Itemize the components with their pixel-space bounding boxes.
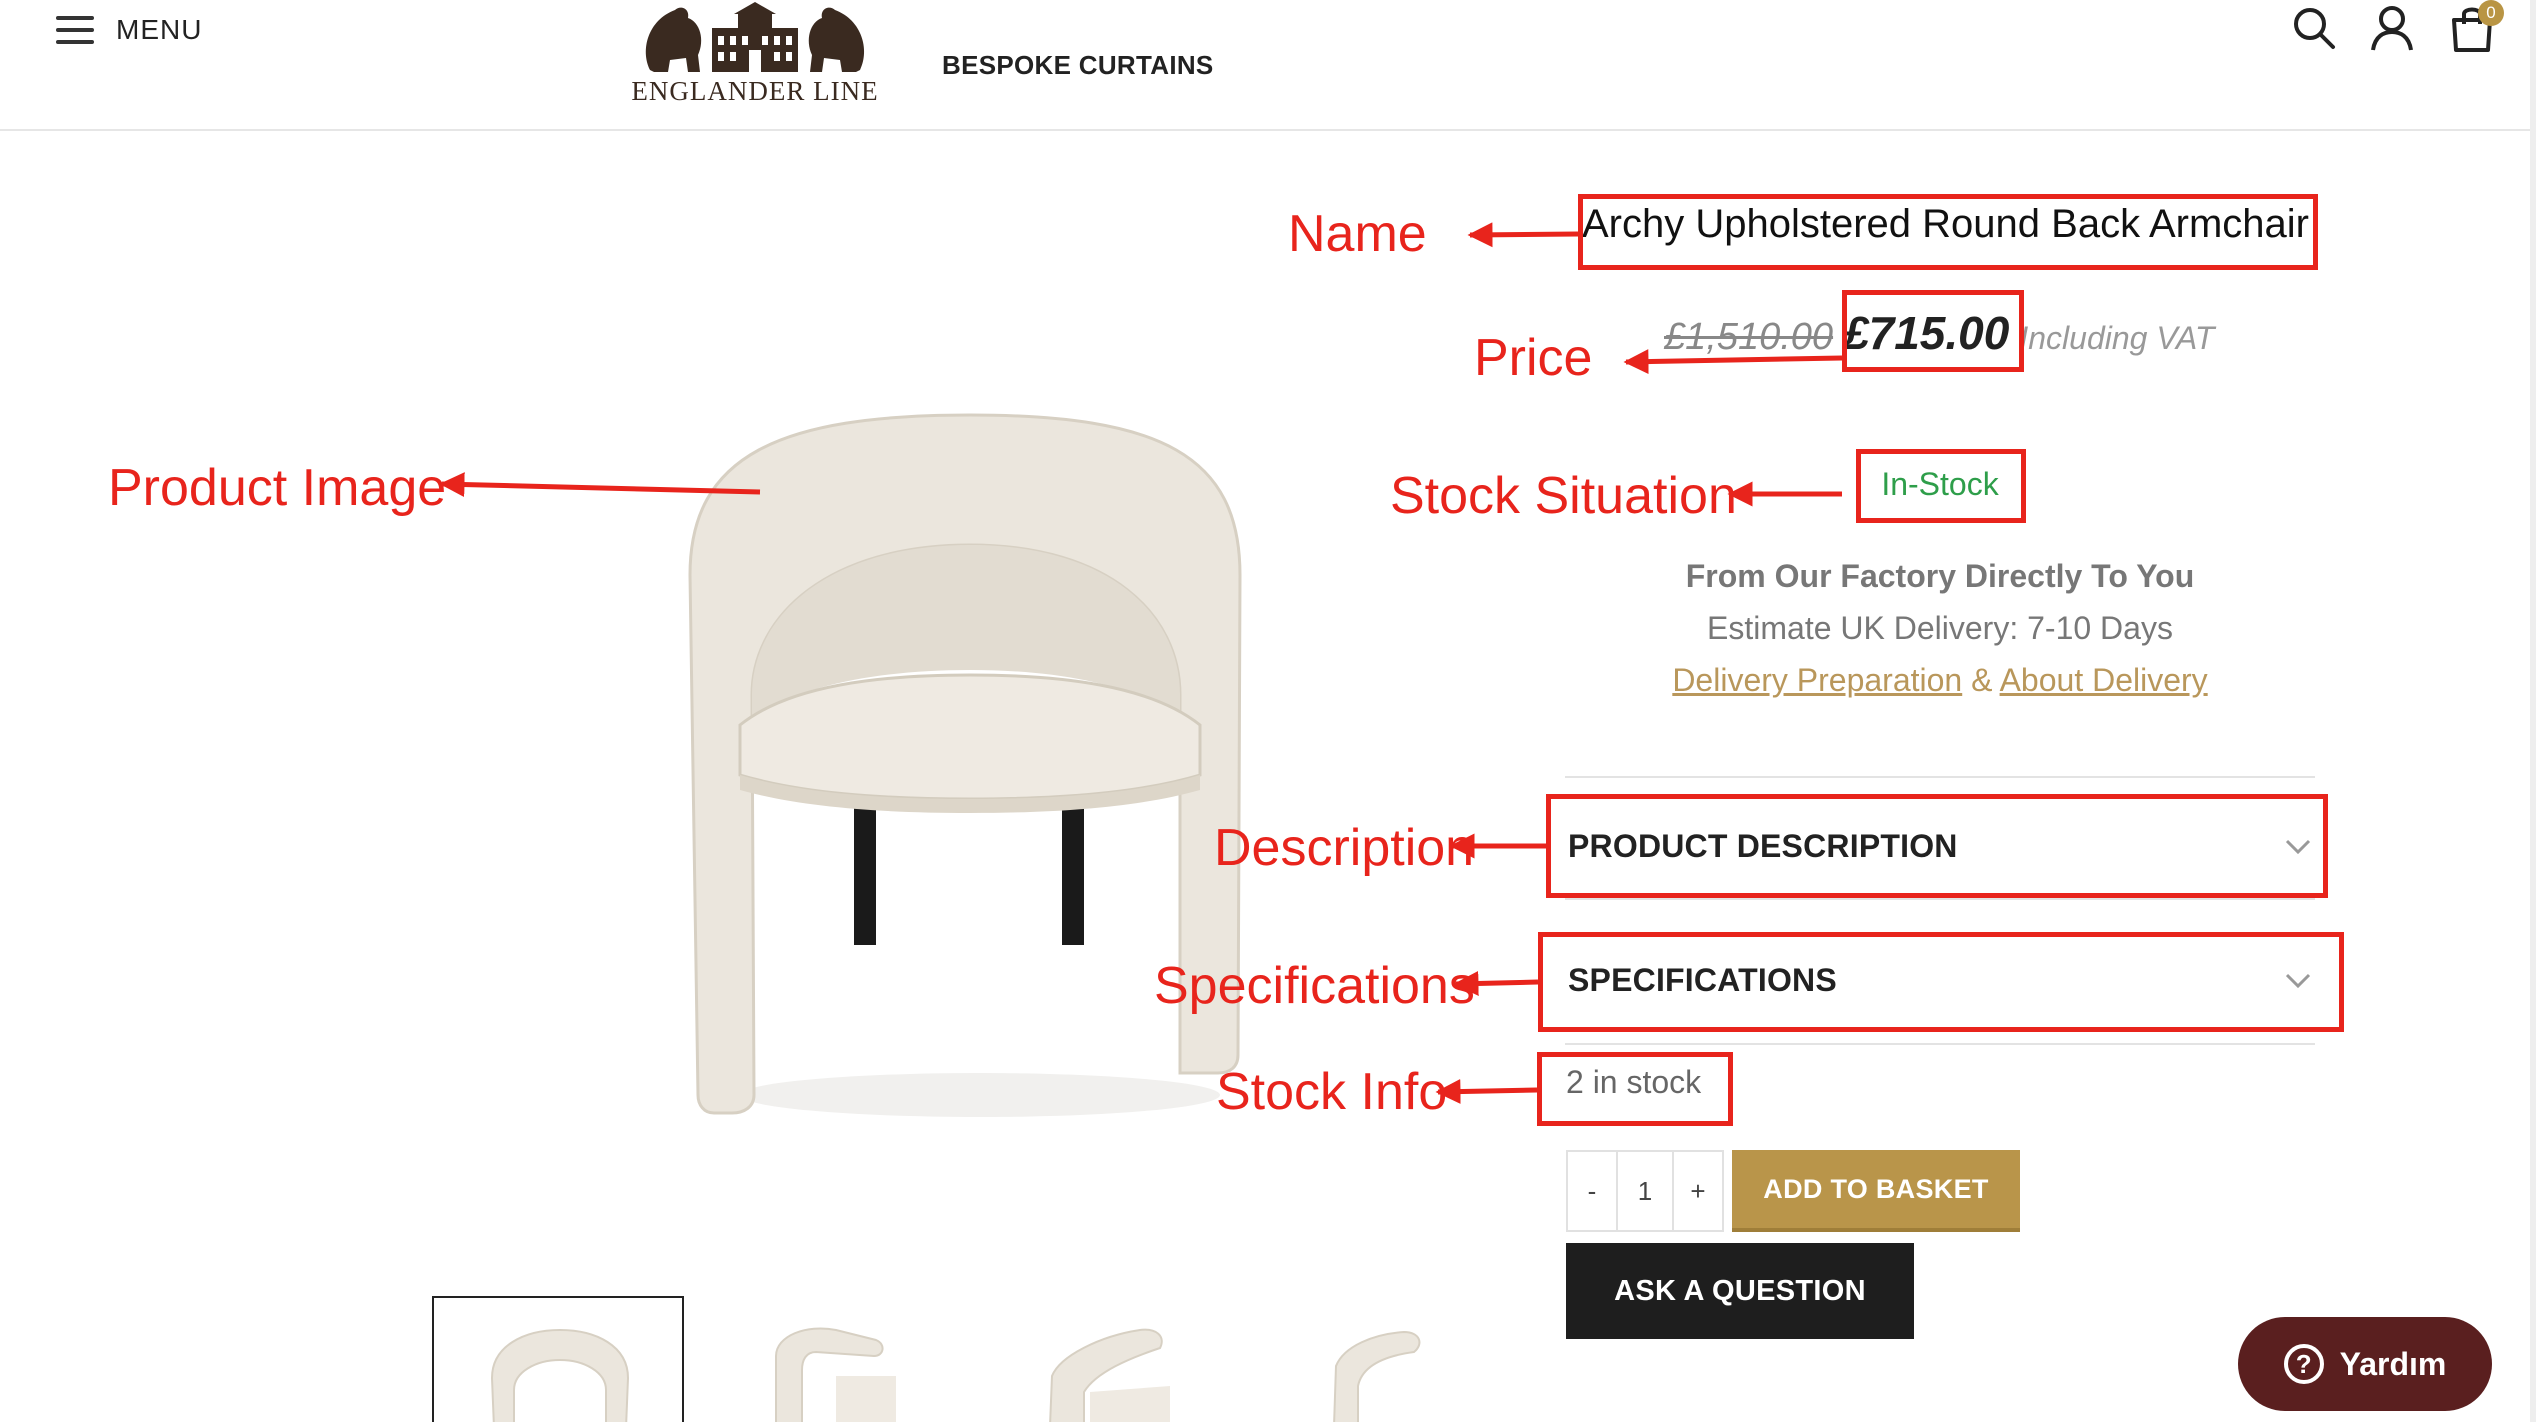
menu-label: MENU [116, 14, 203, 45]
old-price: £1,510.00 [1664, 316, 1834, 358]
logo-crest-icon [645, 2, 865, 72]
divider [1565, 776, 2315, 778]
help-chat-button[interactable]: ? Yardım [2238, 1317, 2492, 1411]
quantity-input[interactable]: 1 [1616, 1152, 1674, 1230]
vat-note: Including VAT [2019, 320, 2215, 356]
help-label: Yardım [2339, 1345, 2447, 1382]
site-logo[interactable]: ENGLANDER LINE [620, 0, 890, 110]
search-icon[interactable] [2290, 4, 2338, 52]
arrow-name [1467, 222, 1579, 248]
annotation-box-stock-info [1537, 1052, 1733, 1126]
logo-text: ENGLANDER LINE [631, 76, 879, 106]
hamburger-icon [56, 16, 94, 44]
annotation-box-name [1578, 194, 2318, 270]
menu-button[interactable]: MENU [56, 6, 216, 54]
quantity-increase-button[interactable]: + [1674, 1152, 1722, 1230]
nav-link-bespoke-curtains[interactable]: BESPOKE CURTAINS [942, 50, 1214, 81]
annotation-label-name: Name [1288, 205, 1427, 263]
annotation-box-stock-situation [1856, 449, 2026, 523]
annotation-label-product-image: Product Image [108, 459, 447, 517]
scrollbar-track[interactable] [2530, 0, 2536, 1422]
add-to-basket-button[interactable]: ADD TO BASKET [1732, 1150, 2020, 1232]
thumbnail-1[interactable] [432, 1296, 684, 1422]
divider [1565, 898, 2315, 900]
quantity-stepper: - 1 + [1566, 1150, 1724, 1232]
delivery-links: Delivery Preparation & About Delivery [1580, 662, 2300, 699]
site-header: MENU ENGLANDER LINE BESPOKE CURTAINS 0 [0, 0, 2536, 131]
divider [1565, 1043, 2315, 1045]
annotation-label-price: Price [1474, 329, 1593, 387]
thumbnail-3[interactable] [980, 1296, 1232, 1422]
delivery-preparation-link[interactable]: Delivery Preparation [1672, 662, 1962, 698]
quantity-decrease-button[interactable]: - [1568, 1152, 1616, 1230]
help-question-icon: ? [2283, 1344, 2324, 1384]
annotation-label-stock-situation: Stock Situation [1390, 467, 1737, 525]
annotation-label-description: Description [1214, 819, 1475, 877]
arrow-stock-info [1435, 1079, 1538, 1105]
annotation-box-description [1546, 794, 2328, 898]
thumbnail-4[interactable] [1254, 1296, 1506, 1422]
cart-count-badge: 0 [2478, 0, 2504, 26]
annotation-label-specifications: Specifications [1154, 957, 1475, 1015]
account-icon[interactable] [2368, 4, 2416, 52]
delivery-estimate: Estimate UK Delivery: 7-10 Days [1707, 610, 2173, 646]
about-delivery-link[interactable]: About Delivery [2000, 662, 2208, 698]
thumbnail-2[interactable] [706, 1296, 958, 1422]
factory-line: From Our Factory Directly To You [1685, 558, 2195, 594]
links-separator: & [1971, 662, 1993, 698]
annotation-box-price [1842, 290, 2024, 372]
annotation-box-specifications [1538, 932, 2344, 1032]
cart-icon[interactable]: 0 [2448, 0, 2504, 52]
ask-question-button[interactable]: ASK A QUESTION [1566, 1243, 1914, 1339]
annotation-label-stock-info: Stock Info [1216, 1063, 1448, 1121]
